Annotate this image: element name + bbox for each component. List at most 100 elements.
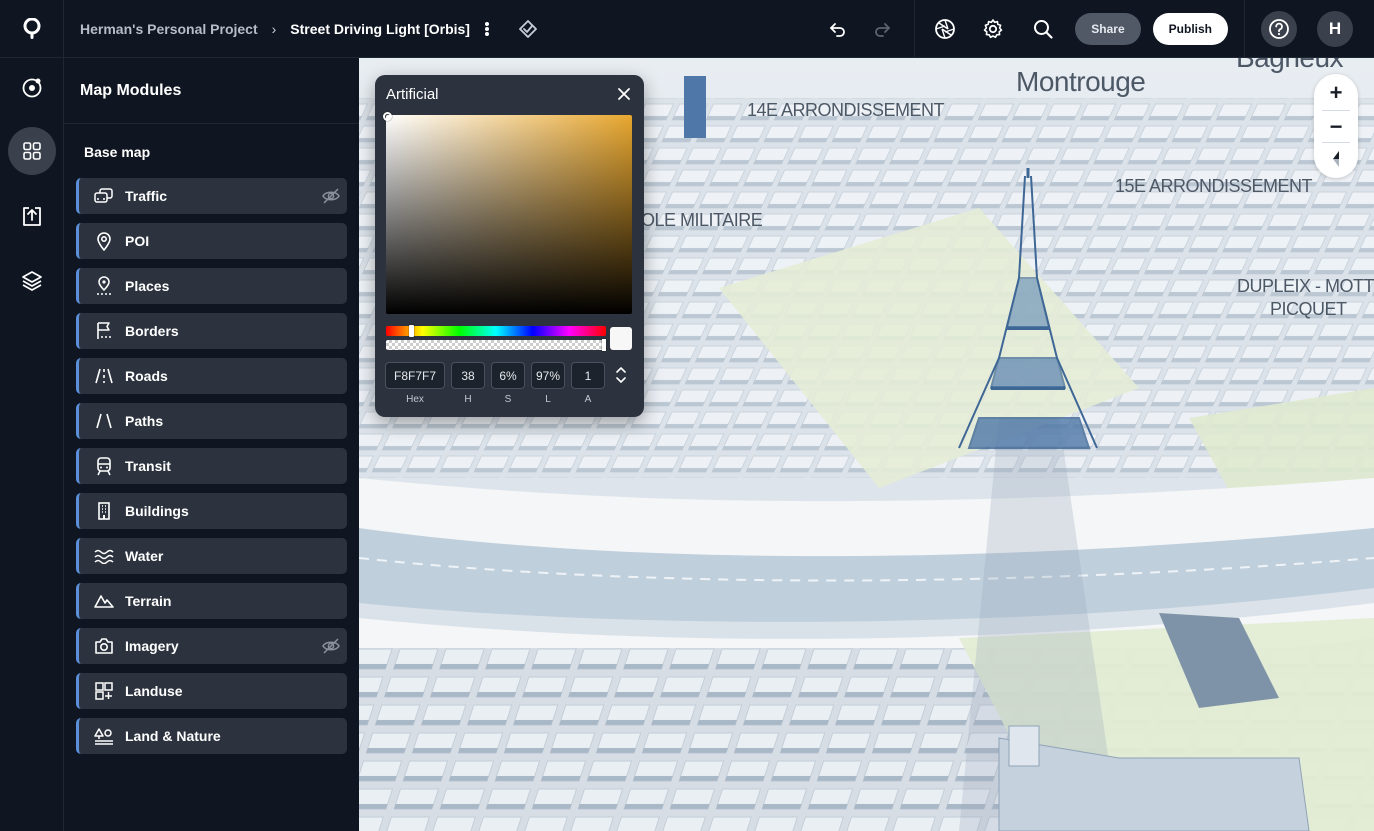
color-picker-title: Artificial <box>386 86 439 103</box>
module-label: POI <box>125 233 150 249</box>
map-label-14e: 14E ARRONDISSEMENT <box>747 100 945 120</box>
traffic-icon <box>93 185 115 207</box>
eye-off-icon[interactable] <box>321 636 341 656</box>
divider <box>1244 0 1245 58</box>
help-icon[interactable] <box>1261 11 1297 47</box>
grid-icon <box>23 142 41 160</box>
zoom-in-button[interactable]: + <box>1314 78 1358 108</box>
format-toggle-icon[interactable] <box>615 364 627 386</box>
divider <box>1322 110 1350 111</box>
l-label: L <box>545 394 551 405</box>
hue-slider[interactable] <box>386 325 606 337</box>
layers-icon <box>22 271 42 291</box>
module-land-nature[interactable]: Land & Nature <box>76 718 347 754</box>
location-pin-logo-icon <box>23 17 40 39</box>
map-label-ecole-militaire: OLE MILITAIRE <box>641 210 763 230</box>
top-bar: Herman's Personal Project › Street Drivi… <box>0 0 1374 58</box>
module-imagery[interactable]: Imagery <box>76 628 347 664</box>
terrain-icon <box>93 590 115 612</box>
module-label: Terrain <box>125 593 172 609</box>
module-buildings[interactable]: Buildings <box>76 493 347 529</box>
color-picker-popover: Artificial F8F7F7 38 6% 97% 1 Hex H S L … <box>375 75 644 417</box>
saturation-handle[interactable] <box>383 112 392 121</box>
map-label-15e: 15E ARRONDISSEMENT <box>1115 176 1313 196</box>
module-borders[interactable]: Borders <box>76 313 347 349</box>
module-roads[interactable]: Roads <box>76 358 347 394</box>
saturation-input[interactable]: 6% <box>491 362 525 389</box>
more-vertical-icon[interactable] <box>482 19 492 39</box>
redo-icon[interactable] <box>860 7 904 51</box>
module-terrain[interactable]: Terrain <box>76 583 347 619</box>
undo-icon[interactable] <box>816 7 860 51</box>
module-label: Traffic <box>125 188 168 204</box>
saturation-lightness-area[interactable] <box>383 112 632 314</box>
breadcrumb-project[interactable]: Herman's Personal Project <box>80 21 258 37</box>
alpha-handle[interactable] <box>602 339 606 351</box>
module-label: Water <box>125 548 164 564</box>
module-poi[interactable]: POI <box>76 223 347 259</box>
water-icon <box>93 545 115 567</box>
rail-modules-button[interactable] <box>8 127 56 175</box>
module-label: Imagery <box>125 638 179 654</box>
borders-icon <box>93 320 115 342</box>
color-preview-swatch <box>610 327 632 350</box>
map-label-bagneux: Bagneux <box>1236 58 1344 74</box>
alpha-slider[interactable] <box>386 339 606 351</box>
eye-off-icon[interactable] <box>321 186 341 206</box>
camera-icon <box>93 635 115 657</box>
module-label: Landuse <box>125 683 183 699</box>
a-label: A <box>584 394 592 405</box>
places-icon <box>93 275 115 297</box>
gear-icon[interactable] <box>971 7 1015 51</box>
buildings-icon <box>93 500 115 522</box>
divider <box>1322 142 1350 143</box>
rail-upload-button[interactable] <box>8 192 56 240</box>
rail-layers-button[interactable] <box>8 256 56 304</box>
module-label: Roads <box>125 368 168 384</box>
share-button[interactable]: Share <box>1075 13 1141 45</box>
map-label-dupleix: DUPLEIX - MOTTE- <box>1237 276 1374 296</box>
breadcrumb-style-name[interactable]: Street Driving Light [Orbis] <box>290 21 470 37</box>
alpha-input[interactable]: 1 <box>571 362 605 389</box>
module-list: Traffic POI Places Borders Roads Paths T… <box>76 178 347 763</box>
module-places[interactable]: Places <box>76 268 347 304</box>
saved-check-icon[interactable] <box>518 19 538 38</box>
rail-target-button[interactable] <box>8 64 56 112</box>
hex-input[interactable]: F8F7F7 <box>385 362 445 389</box>
module-paths[interactable]: Paths <box>76 403 347 439</box>
transit-icon <box>93 455 115 477</box>
lightness-input[interactable]: 97% <box>531 362 565 389</box>
compass-button[interactable] <box>1314 144 1358 174</box>
top-bar-actions: Share Publish H <box>816 0 1374 58</box>
hue-handle[interactable] <box>409 325 414 337</box>
hue-input[interactable]: 38 <box>451 362 485 389</box>
target-icon <box>22 78 42 98</box>
module-water[interactable]: Water <box>76 538 347 574</box>
hex-label: Hex <box>406 394 424 405</box>
poi-pin-icon <box>93 230 115 252</box>
zoom-control: + − <box>1314 74 1358 178</box>
compass-icon <box>1333 151 1339 167</box>
aperture-icon[interactable] <box>923 7 967 51</box>
zoom-out-button[interactable]: − <box>1314 112 1358 142</box>
module-label: Buildings <box>125 503 189 519</box>
close-icon[interactable] <box>616 86 632 102</box>
module-label: Paths <box>125 413 164 429</box>
module-traffic[interactable]: Traffic <box>76 178 347 214</box>
logo[interactable] <box>0 0 64 58</box>
search-icon[interactable] <box>1021 7 1065 51</box>
map-label-montrouge: Montrouge <box>1016 66 1146 97</box>
land-nature-icon <box>93 725 115 747</box>
paths-icon <box>93 410 115 432</box>
upload-icon <box>23 207 41 226</box>
divider <box>64 123 359 124</box>
publish-button[interactable]: Publish <box>1152 13 1228 45</box>
chevron-right-icon: › <box>271 20 277 37</box>
module-transit[interactable]: Transit <box>76 448 347 484</box>
divider <box>914 0 916 58</box>
module-landuse[interactable]: Landuse <box>76 673 347 709</box>
roads-icon <box>93 365 115 387</box>
avatar[interactable]: H <box>1317 11 1353 47</box>
module-label: Places <box>125 278 170 294</box>
section-label: Base map <box>84 144 151 160</box>
